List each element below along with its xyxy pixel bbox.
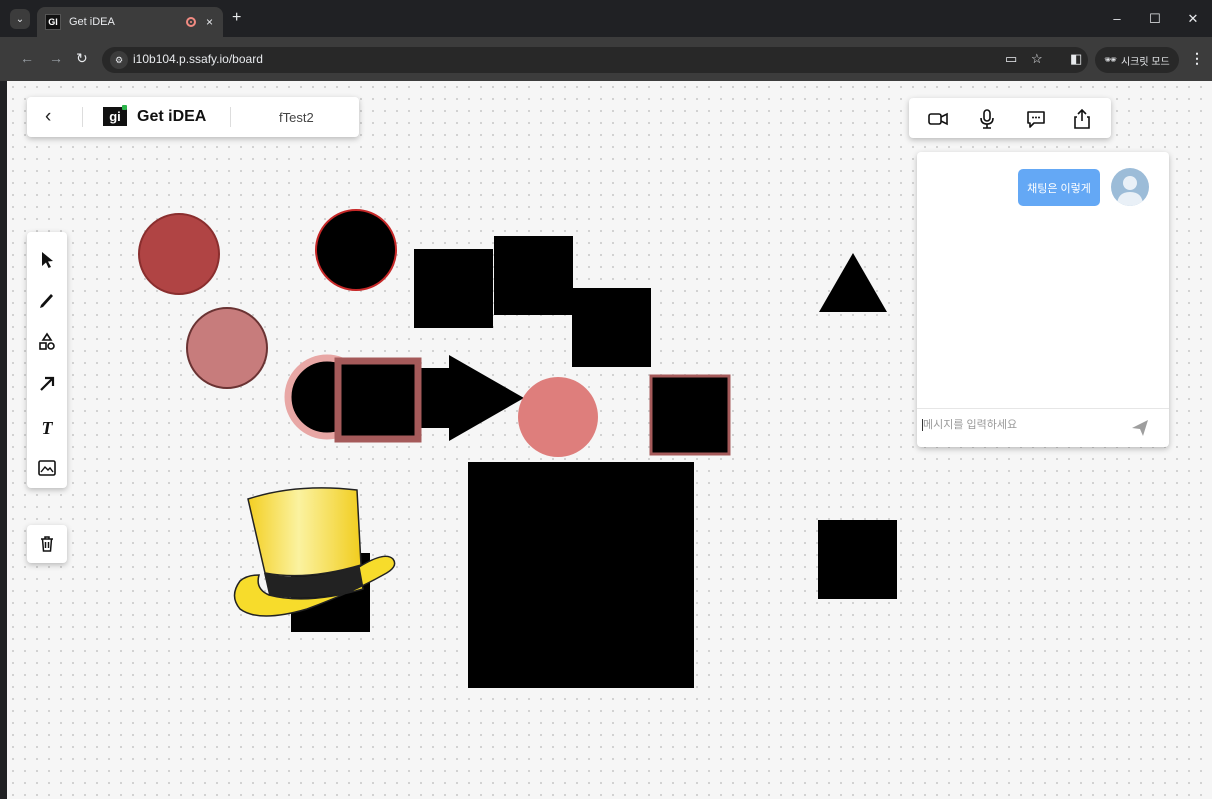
minimize-button[interactable]: – [1098, 11, 1136, 26]
triangle-shape[interactable] [819, 253, 887, 312]
chat-input-row [917, 408, 1169, 448]
reload-icon[interactable]: ↻ [76, 50, 88, 67]
window-controls: – ☐ ✕ [1098, 0, 1212, 37]
bookmark-star-icon[interactable]: ☆ [1031, 51, 1043, 67]
divider [230, 107, 231, 127]
board-name[interactable]: fTest2 [279, 110, 314, 125]
side-panel-icon[interactable]: ◧ [1070, 51, 1082, 67]
circle-shape[interactable] [518, 377, 598, 457]
video-icon[interactable] [927, 108, 949, 130]
favicon-icon: GI [45, 14, 61, 30]
board-header: ‹ gi Get iDEA fTest2 [27, 97, 359, 137]
chat-input[interactable] [922, 419, 1123, 431]
browser-tab-bar: ⌄ GI Get iDEA × + – ☐ ✕ [0, 0, 1212, 37]
select-icon[interactable] [36, 249, 58, 271]
share-icon[interactable] [1071, 108, 1093, 130]
incognito-label: 시크릿 모드 [1120, 56, 1170, 68]
circle-shape[interactable] [315, 209, 397, 291]
pen-icon[interactable] [36, 288, 58, 310]
chat-message: 채팅은 이렇게 [1018, 169, 1100, 206]
browser-tab[interactable]: GI Get iDEA × [37, 7, 223, 37]
new-tab-button[interactable]: + [232, 9, 241, 27]
circle-shape[interactable] [186, 307, 268, 389]
back-button[interactable]: ‹ [45, 106, 51, 128]
close-window-button[interactable]: ✕ [1174, 11, 1212, 27]
image-icon[interactable] [36, 457, 58, 479]
square-shape[interactable] [818, 520, 897, 599]
arrow-shape[interactable] [412, 355, 524, 441]
arrow-icon[interactable] [36, 373, 58, 395]
chat-panel: 채팅은 이렇게 [917, 152, 1169, 447]
square-shape[interactable] [414, 249, 493, 328]
square-shape[interactable] [572, 288, 651, 367]
tab-title: Get iDEA [69, 16, 115, 28]
circle-shape[interactable] [138, 213, 220, 295]
incognito-badge[interactable]: 🕶 시크릿 모드 [1095, 47, 1179, 73]
site-info-icon[interactable]: ⚙ [110, 51, 128, 69]
url-text[interactable]: i10b104.p.ssafy.io/board [133, 52, 263, 66]
media-controls [909, 98, 1111, 138]
divider [82, 107, 83, 127]
trash-icon [41, 536, 53, 552]
back-arrow-icon[interactable]: ← [20, 50, 34, 66]
chat-icon[interactable] [1025, 108, 1047, 130]
drawing-toolbar: T [27, 232, 67, 488]
square-shape[interactable] [334, 357, 422, 443]
whiteboard-canvas[interactable]: ‹ gi Get iDEA fTest2 T 채팅은 이렇게 메시지를 입력하세… [7, 81, 1212, 799]
avatar [1111, 168, 1149, 206]
tab-search-icon[interactable]: ⌄ [10, 9, 30, 29]
delete-button[interactable] [27, 525, 67, 563]
close-tab-icon[interactable]: × [206, 15, 213, 29]
maximize-button[interactable]: ☐ [1136, 11, 1174, 27]
top-hat-image[interactable] [233, 487, 396, 617]
cast-icon[interactable]: ▭ [1005, 51, 1017, 67]
square-shape[interactable] [494, 236, 573, 315]
text-icon[interactable]: T [36, 417, 58, 439]
shapes-icon[interactable] [36, 331, 58, 353]
square-shape[interactable] [468, 462, 694, 688]
forward-arrow-icon[interactable]: → [49, 50, 63, 66]
app-name: Get iDEA [137, 108, 207, 125]
incognito-icon: 🕶 [1104, 54, 1117, 66]
user-avatar-icon [1117, 176, 1143, 206]
square-shape[interactable] [649, 374, 731, 456]
recording-indicator-icon [185, 17, 196, 27]
microphone-icon[interactable] [976, 108, 998, 130]
send-icon[interactable] [1130, 418, 1150, 438]
logo-dot [122, 105, 127, 110]
browser-menu-icon[interactable]: ⋮ [1190, 50, 1204, 67]
